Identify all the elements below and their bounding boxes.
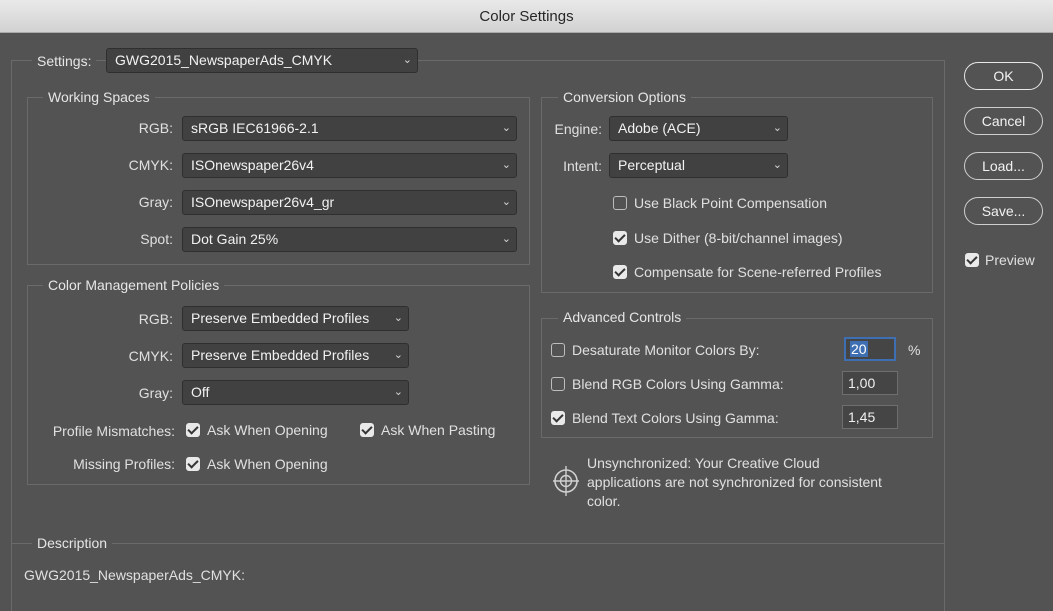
engine-label: Engine:	[554, 121, 602, 137]
bpc-label[interactable]: Use Black Point Compensation	[634, 195, 827, 211]
ws-cmyk-value: ISOnewspaper26v4	[191, 157, 314, 173]
blend-text-value: 1,45	[848, 409, 876, 425]
blend-rgb-checkbox[interactable]	[551, 377, 565, 391]
settings-select-value: GWG2015_NewspaperAds_CMYK	[115, 52, 333, 68]
desaturate-unit: %	[908, 342, 921, 358]
ws-cmyk-label: CMYK:	[128, 157, 173, 173]
sync-status-icon	[553, 462, 579, 500]
ws-spot-select[interactable]: Dot Gain 25% ⌄	[182, 227, 517, 252]
settings-label: Settings:	[32, 53, 97, 69]
cancel-button[interactable]: Cancel	[964, 107, 1043, 135]
profile-mismatches-label: Profile Mismatches:	[52, 423, 175, 439]
blend-rgb-value: 1,00	[848, 375, 876, 391]
blend-rgb-input[interactable]: 1,00	[842, 371, 898, 395]
blend-text-input[interactable]: 1,45	[842, 405, 898, 429]
blend-text-checkbox[interactable]	[551, 411, 565, 425]
cmp-cmyk-select[interactable]: Preserve Embedded Profiles ⌄	[182, 343, 409, 368]
ask-pasting-label[interactable]: Ask When Pasting	[381, 422, 495, 438]
sync-text-line1: Unsynchronized: Your Creative Cloud	[587, 455, 820, 471]
cmp-rgb-value: Preserve Embedded Profiles	[191, 310, 370, 326]
desaturate-value: 20	[850, 341, 868, 357]
load-button[interactable]: Load...	[964, 152, 1043, 180]
chevron-down-icon: ⌄	[501, 122, 511, 134]
missing-ask-label[interactable]: Ask When Opening	[207, 456, 328, 472]
scene-label[interactable]: Compensate for Scene-referred Profiles	[634, 264, 881, 280]
chevron-down-icon: ⌄	[501, 159, 511, 171]
blend-rgb-label[interactable]: Blend RGB Colors Using Gamma:	[572, 376, 784, 392]
sync-text-line3: color.	[587, 493, 621, 509]
preview-label[interactable]: Preview	[985, 252, 1035, 268]
desaturate-checkbox[interactable]	[551, 343, 565, 357]
ask-opening-checkbox[interactable]	[186, 423, 200, 437]
window-title: Color Settings	[479, 8, 574, 25]
cmp-rgb-label: RGB:	[138, 311, 173, 327]
chevron-down-icon: ⌄	[501, 196, 511, 208]
chevron-down-icon: ⌄	[501, 233, 511, 245]
scene-checkbox[interactable]	[613, 265, 627, 279]
ws-rgb-value: sRGB IEC61966-2.1	[191, 120, 319, 136]
missing-ask-checkbox[interactable]	[186, 457, 200, 471]
ws-spot-label: Spot:	[140, 231, 173, 247]
engine-select[interactable]: Adobe (ACE) ⌄	[609, 116, 788, 141]
missing-profiles-label: Missing Profiles:	[73, 456, 175, 472]
cmp-rgb-select[interactable]: Preserve Embedded Profiles ⌄	[182, 306, 409, 331]
window-title-bar: Color Settings	[0, 0, 1053, 33]
intent-label: Intent:	[563, 158, 602, 174]
cmp-gray-label: Gray:	[138, 385, 173, 401]
ws-rgb-select[interactable]: sRGB IEC61966-2.1 ⌄	[182, 116, 517, 141]
ws-gray-label: Gray:	[138, 194, 173, 210]
chevron-down-icon: ⌄	[393, 386, 403, 398]
chevron-down-icon: ⌄	[393, 312, 403, 324]
intent-value: Perceptual	[618, 157, 685, 173]
chevron-down-icon: ⌄	[772, 159, 782, 171]
description-title: Description	[32, 535, 113, 551]
dither-label[interactable]: Use Dither (8-bit/channel images)	[634, 230, 843, 246]
blend-text-label[interactable]: Blend Text Colors Using Gamma:	[572, 410, 779, 426]
desaturate-input[interactable]: 20	[844, 337, 896, 361]
engine-value: Adobe (ACE)	[618, 120, 701, 136]
ws-cmyk-select[interactable]: ISOnewspaper26v4 ⌄	[182, 153, 517, 178]
chevron-down-icon: ⌄	[393, 349, 403, 361]
sync-text-line2: applications are not synchronized for co…	[587, 474, 882, 490]
settings-select[interactable]: GWG2015_NewspaperAds_CMYK ⌄	[106, 48, 418, 73]
policies-title: Color Management Policies	[43, 277, 225, 293]
cmp-cmyk-label: CMYK:	[128, 348, 173, 364]
ws-gray-select[interactable]: ISOnewspaper26v4_gr ⌄	[182, 190, 517, 215]
description-text: GWG2015_NewspaperAds_CMYK:	[24, 567, 245, 583]
desaturate-label[interactable]: Desaturate Monitor Colors By:	[572, 342, 760, 358]
intent-select[interactable]: Perceptual ⌄	[609, 153, 788, 178]
chevron-down-icon: ⌄	[402, 54, 412, 66]
ws-rgb-label: RGB:	[138, 120, 173, 136]
advanced-title: Advanced Controls	[558, 309, 687, 325]
cmp-gray-select[interactable]: Off ⌄	[182, 380, 409, 405]
chevron-down-icon: ⌄	[772, 122, 782, 134]
working-spaces-title: Working Spaces	[43, 89, 155, 105]
conversion-title: Conversion Options	[558, 89, 691, 105]
bpc-checkbox[interactable]	[613, 196, 627, 210]
ws-gray-value: ISOnewspaper26v4_gr	[191, 194, 335, 210]
save-button[interactable]: Save...	[964, 197, 1043, 225]
cmp-cmyk-value: Preserve Embedded Profiles	[191, 347, 370, 363]
ask-opening-label[interactable]: Ask When Opening	[207, 422, 328, 438]
ok-button[interactable]: OK	[964, 62, 1043, 90]
ws-spot-value: Dot Gain 25%	[191, 231, 279, 247]
preview-checkbox[interactable]	[965, 253, 979, 267]
cmp-gray-value: Off	[191, 384, 210, 400]
dither-checkbox[interactable]	[613, 231, 627, 245]
ask-pasting-checkbox[interactable]	[360, 423, 374, 437]
